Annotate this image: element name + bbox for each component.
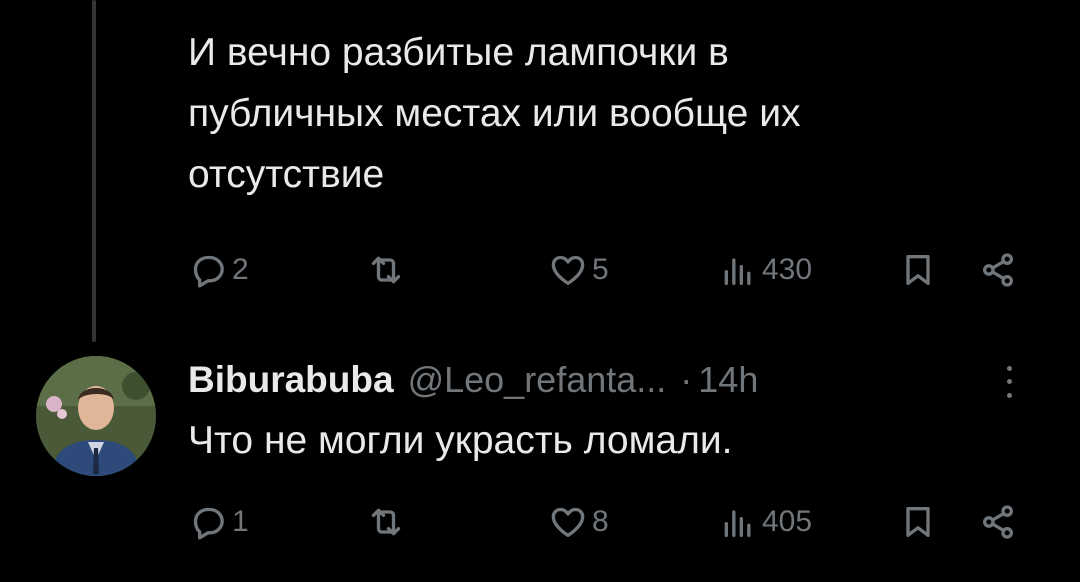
author-handle[interactable]: @Leo_refanta... <box>408 359 667 401</box>
like-button[interactable]: 5 <box>548 245 609 295</box>
heart-icon <box>551 507 585 537</box>
retweet-icon <box>371 508 401 536</box>
more-icon-dot <box>1006 379 1012 385</box>
bookmark-button[interactable] <box>898 245 938 295</box>
bookmark-icon <box>906 507 930 537</box>
tweet-reply[interactable]: Biburabuba @Leo_refanta... · 14h Что не … <box>0 330 1080 582</box>
views-button[interactable]: 405 <box>718 497 812 547</box>
like-count: 5 <box>592 253 609 286</box>
bookmark-icon <box>906 255 930 285</box>
more-options-button[interactable] <box>994 362 1024 402</box>
share-button[interactable] <box>978 497 1018 547</box>
reply-count: 1 <box>232 505 249 538</box>
retweet-button[interactable] <box>366 245 410 295</box>
reply-button[interactable]: 1 <box>188 497 249 547</box>
reply-count: 2 <box>232 253 249 286</box>
tweet-parent[interactable]: И вечно разбитые лампочки в публичных ме… <box>0 0 1080 330</box>
views-icon <box>724 510 751 537</box>
tweet-actions: 1 8 405 <box>188 497 1028 547</box>
tweet-text: И вечно разбитые лампочки в публичных ме… <box>188 31 801 196</box>
tweet-timestamp[interactable]: 14h <box>698 359 758 401</box>
more-icon-dot <box>1006 392 1012 398</box>
views-count: 430 <box>762 253 813 286</box>
bookmark-button[interactable] <box>898 497 938 547</box>
tweet-text: Что не могли украсть ломали. <box>188 419 733 462</box>
reply-button[interactable]: 2 <box>188 245 249 295</box>
retweet-button[interactable] <box>366 497 410 547</box>
share-button[interactable] <box>978 245 1018 295</box>
share-icon <box>983 505 1013 539</box>
views-icon <box>724 258 751 285</box>
views-count: 405 <box>762 505 813 538</box>
like-button[interactable]: 8 <box>548 497 609 547</box>
tweet-actions: 2 5 430 <box>188 245 1028 295</box>
like-count: 8 <box>592 505 609 538</box>
avatar-photo <box>36 356 156 476</box>
more-icon <box>1006 366 1012 372</box>
tweet-header: Biburabuba @Leo_refanta... · 14h <box>188 350 1038 410</box>
author-display-name[interactable]: Biburabuba <box>188 359 394 401</box>
separator-dot: · <box>680 359 693 400</box>
share-icon <box>983 253 1013 287</box>
views-button[interactable]: 430 <box>718 245 812 295</box>
reply-icon <box>193 507 224 540</box>
heart-icon <box>551 255 585 285</box>
reply-icon <box>193 255 224 288</box>
retweet-icon <box>371 256 401 284</box>
avatar[interactable] <box>36 356 156 476</box>
